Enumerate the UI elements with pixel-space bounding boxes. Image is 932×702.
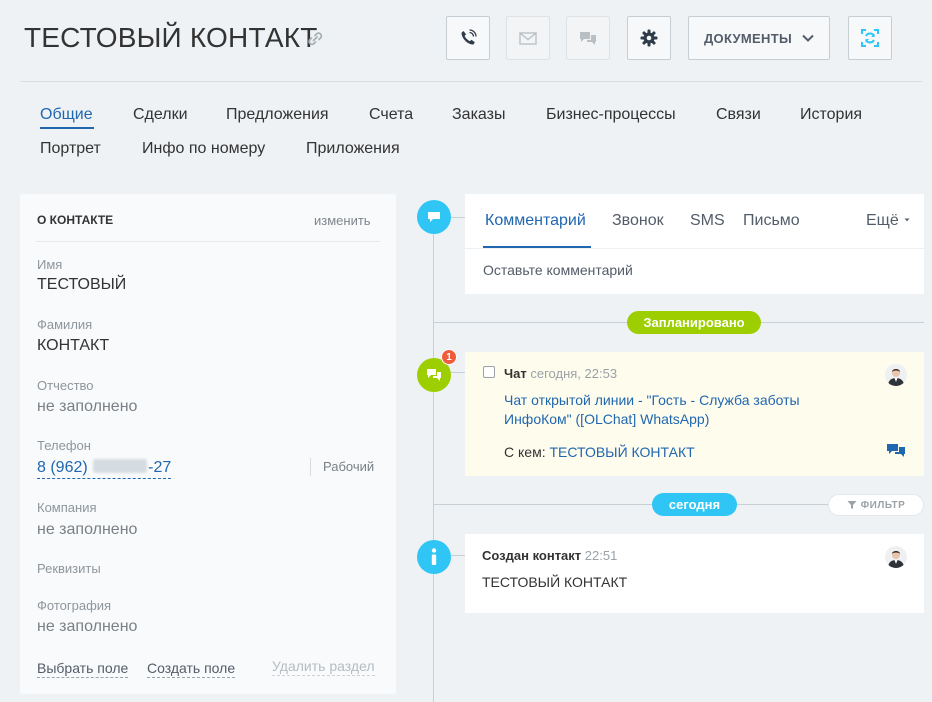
timeline-connector bbox=[450, 372, 465, 373]
last-name-label: Фамилия bbox=[37, 317, 93, 332]
timeline-connector bbox=[450, 217, 465, 218]
comment-timeline-icon bbox=[417, 200, 451, 234]
filter-button[interactable]: ФИЛЬТР bbox=[828, 494, 924, 516]
requisites-label: Реквизиты bbox=[37, 561, 101, 576]
documents-button[interactable]: ДОКУМЕНТЫ bbox=[688, 16, 830, 60]
more-label: Ещё bbox=[866, 212, 899, 229]
editor-tab-comment[interactable]: Комментарий bbox=[485, 212, 586, 230]
created-title: Создан контакт 22:51 bbox=[482, 548, 617, 563]
timeline-connector bbox=[450, 555, 465, 556]
tab-applications[interactable]: Приложения bbox=[306, 139, 400, 159]
delete-section-link[interactable]: Удалить раздел bbox=[272, 657, 375, 676]
header-divider bbox=[20, 81, 922, 82]
tab-quotes[interactable]: Предложения bbox=[226, 105, 329, 125]
sync-icon bbox=[861, 29, 879, 47]
tab-portrait[interactable]: Портрет bbox=[40, 139, 101, 159]
link-icon[interactable] bbox=[306, 31, 324, 47]
mail-icon bbox=[519, 31, 537, 45]
editor-tab-sms[interactable]: SMS bbox=[690, 212, 725, 230]
tab-history[interactable]: История bbox=[800, 105, 862, 125]
editor-more-button[interactable]: Ещё bbox=[866, 212, 911, 230]
first-name-value: ТЕСТОВЫЙ bbox=[37, 276, 127, 293]
photo-value: не заполнено bbox=[37, 618, 138, 635]
today-divider bbox=[433, 504, 828, 505]
planned-badge: Запланировано bbox=[627, 311, 761, 334]
tab-general[interactable]: Общие bbox=[40, 105, 93, 125]
phone-suffix: -27 bbox=[148, 459, 172, 476]
sync-button[interactable] bbox=[848, 16, 892, 60]
middle-name-label: Отчество bbox=[37, 378, 94, 393]
photo-label: Фотография bbox=[37, 598, 112, 613]
chat-icon bbox=[580, 32, 596, 45]
created-time: 22:51 bbox=[584, 548, 618, 563]
caret-down-icon bbox=[904, 218, 910, 222]
created-contact-name: ТЕСТОВЫЙ КОНТАКТ bbox=[482, 574, 628, 590]
editor-divider bbox=[465, 248, 924, 249]
editor-tab-email[interactable]: Письмо bbox=[743, 212, 800, 230]
company-label: Компания bbox=[37, 500, 97, 515]
chat-title-text: Чат bbox=[504, 366, 527, 381]
today-badge: сегодня bbox=[652, 493, 737, 516]
section-divider bbox=[36, 241, 380, 242]
settings-button[interactable] bbox=[627, 16, 671, 60]
create-field-link[interactable]: Создать поле bbox=[147, 659, 236, 678]
call-button[interactable] bbox=[446, 16, 490, 60]
middle-name-value: не заполнено bbox=[37, 398, 138, 415]
active-tab-underline bbox=[40, 127, 94, 129]
chat-open-line-link[interactable]: Чат открытой линии - "Гость - Служба заб… bbox=[504, 391, 824, 429]
edit-section-link[interactable]: изменить bbox=[314, 213, 371, 228]
with-label: С кем: bbox=[504, 444, 546, 460]
gear-icon bbox=[640, 29, 658, 47]
complete-checkbox[interactable] bbox=[483, 366, 495, 378]
phone-prefix: 8 (962) bbox=[37, 459, 88, 476]
filter-label: ФИЛЬТР bbox=[860, 499, 906, 511]
tab-relations[interactable]: Связи bbox=[716, 105, 761, 125]
comment-input[interactable]: Оставьте комментарий bbox=[483, 262, 633, 278]
chat-with: С кем: ТЕСТОВЫЙ КОНТАКТ bbox=[504, 444, 695, 460]
chat-title: Чат сегодня, 22:53 bbox=[504, 366, 617, 381]
info-timeline-icon bbox=[417, 540, 451, 574]
tab-business-processes[interactable]: Бизнес-процессы bbox=[546, 105, 676, 125]
avatar[interactable] bbox=[885, 364, 907, 386]
timeline-line bbox=[433, 215, 434, 702]
tab-deals[interactable]: Сделки bbox=[133, 105, 188, 125]
with-contact-link[interactable]: ТЕСТОВЫЙ КОНТАКТ bbox=[549, 444, 694, 460]
first-name-label: Имя bbox=[37, 257, 63, 272]
phone-type: Рабочий bbox=[310, 458, 374, 476]
created-title-text: Создан контакт bbox=[482, 548, 582, 563]
open-chat-icon[interactable] bbox=[886, 443, 906, 464]
last-name-value: КОНТАКТ bbox=[37, 337, 110, 354]
chat-time: сегодня, 22:53 bbox=[530, 366, 618, 381]
select-field-link[interactable]: Выбрать поле bbox=[37, 659, 129, 678]
email-button[interactable] bbox=[506, 16, 550, 60]
company-value: не заполнено bbox=[37, 521, 138, 538]
section-title: О КОНТАКТЕ bbox=[37, 213, 114, 227]
filter-icon bbox=[847, 501, 857, 509]
phone-link[interactable]: 8 (962) -27 bbox=[37, 458, 172, 479]
tab-invoices[interactable]: Счета bbox=[369, 105, 413, 125]
phone-label: Телефон bbox=[37, 438, 91, 453]
chevron-down-icon bbox=[802, 34, 814, 42]
activity-editor bbox=[465, 194, 924, 294]
phone-redacted bbox=[93, 459, 148, 473]
page-title: ТЕСТОВЫЙ КОНТАКТ bbox=[24, 22, 318, 53]
documents-label: ДОКУМЕНТЫ bbox=[704, 30, 792, 46]
chat-button[interactable] bbox=[566, 16, 610, 60]
chat-counter-badge: 1 bbox=[441, 349, 457, 365]
tab-orders[interactable]: Заказы bbox=[452, 105, 505, 125]
phone-icon bbox=[461, 29, 477, 45]
editor-tab-call[interactable]: Звонок bbox=[612, 212, 664, 230]
avatar[interactable] bbox=[885, 546, 907, 568]
tab-number-info[interactable]: Инфо по номеру bbox=[142, 139, 265, 159]
